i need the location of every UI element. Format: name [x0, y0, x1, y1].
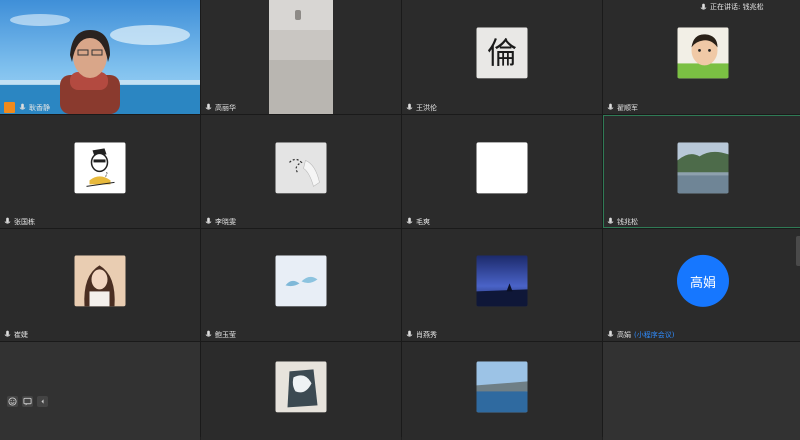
chat-button[interactable]	[22, 395, 33, 407]
microphone-icon	[205, 103, 212, 110]
microphone-icon	[205, 217, 212, 224]
empty-tile	[603, 342, 800, 440]
svg-text:倫: 倫	[487, 36, 517, 71]
avatar	[476, 141, 528, 193]
self-video-feed	[0, 0, 200, 114]
avatar	[275, 141, 327, 193]
participant-name: 崔婕	[14, 330, 28, 339]
svg-text:♪: ♪	[105, 171, 109, 178]
participant-label: 肖燕秀	[402, 328, 441, 341]
video-tile-gao-juan[interactable]: 高娟 高娟 (小程序会议)	[603, 229, 800, 341]
participant-name: 钱兆松	[617, 217, 638, 226]
microphone-icon	[19, 103, 26, 110]
avatar: 倫	[476, 27, 528, 79]
chat-icon	[23, 397, 32, 406]
avatar-initials: 高娟	[677, 254, 729, 307]
participant-name: 鲍玉莹	[215, 330, 236, 339]
floating-toolbar	[7, 394, 48, 408]
participant-label: 鲍玉莹	[201, 328, 240, 341]
microphone-icon	[4, 217, 11, 224]
participant-name: 肖燕秀	[416, 330, 437, 339]
participant-label: 张国栋	[0, 215, 39, 228]
collapse-toolbar-button[interactable]	[37, 395, 48, 407]
empty-tile	[0, 342, 200, 440]
participant-label: 王洪伦	[402, 101, 441, 114]
microphone-icon	[607, 217, 614, 224]
avatar	[677, 141, 729, 193]
video-tile-qian-zhaosong[interactable]: 钱兆松	[603, 115, 800, 228]
participant-label: 崔婕	[0, 328, 32, 341]
participant-label: 毛爽	[402, 215, 434, 228]
emoji-button[interactable]	[7, 395, 18, 407]
participant-label: 李晓雯	[201, 215, 240, 228]
host-badge-icon	[4, 102, 15, 113]
video-tile-li-xiaowen[interactable]: 李晓雯	[201, 115, 401, 228]
mini-program-note: (小程序会议)	[634, 330, 675, 339]
participant-name: 高丽华	[215, 103, 236, 112]
video-tile-gao-lihua[interactable]: 高丽华	[201, 0, 401, 114]
video-grid: 耿香静 高丽华 倫 王洪伦 翟顺军 ♪ 张国栋 李晓雯 毛爽 钱兆松 崔婕 鲍玉…	[0, 0, 800, 440]
microphone-icon	[607, 103, 614, 110]
participant-name: 耿香静	[29, 103, 50, 112]
avatar: ♪	[74, 141, 126, 193]
side-panel-handle[interactable]	[796, 236, 800, 266]
avatar	[275, 255, 327, 307]
avatar	[476, 255, 528, 307]
microphone-icon	[406, 103, 413, 110]
participant-label: 高丽华	[201, 101, 240, 114]
video-tile-unnamed-2[interactable]	[402, 342, 602, 440]
avatar	[476, 361, 528, 413]
participant-name: 张国栋	[14, 217, 35, 226]
microphone-icon	[607, 330, 614, 337]
microphone-icon	[406, 330, 413, 337]
participant-label: 翟顺军	[603, 101, 642, 114]
microphone-icon	[700, 3, 707, 10]
video-tile-zhai-shunjun[interactable]: 翟顺军	[603, 0, 800, 114]
active-speaker-text: 正在讲话: 钱兆松	[710, 3, 764, 11]
participant-label: 耿香静	[0, 101, 54, 114]
avatar	[275, 361, 327, 413]
participant-name: 高娟	[617, 330, 631, 339]
participant-name: 李晓雯	[215, 217, 236, 226]
video-tile-xiao-yanxiu[interactable]: 肖燕秀	[402, 229, 602, 341]
participant-name: 翟顺军	[617, 103, 638, 112]
video-tile-zhang-guodong[interactable]: ♪ 张国栋	[0, 115, 200, 228]
video-tile-bao-yuying[interactable]: 鲍玉莹	[201, 229, 401, 341]
participant-name: 毛爽	[416, 217, 430, 226]
participant-label: 高娟 (小程序会议)	[603, 328, 678, 341]
microphone-icon	[406, 217, 413, 224]
video-tile-mao-shuang[interactable]: 毛爽	[402, 115, 602, 228]
participant-label: 钱兆松	[603, 215, 642, 228]
avatar	[677, 27, 729, 79]
video-tile-cui-jie[interactable]: 崔婕	[0, 229, 200, 341]
video-tile-geng-xiangjing[interactable]: 耿香静	[0, 0, 200, 114]
microphone-icon	[205, 330, 212, 337]
video-tile-unnamed-1[interactable]	[201, 342, 401, 440]
video-tile-wang-honglun[interactable]: 倫 王洪伦	[402, 0, 602, 114]
camera-feed-wall	[269, 0, 333, 114]
participant-name: 王洪伦	[416, 103, 437, 112]
microphone-icon	[4, 330, 11, 337]
emoji-icon	[8, 396, 17, 406]
active-speaker-indicator: 正在讲话: 钱兆松	[700, 2, 764, 12]
avatar	[74, 255, 126, 307]
chevron-left-icon	[41, 398, 44, 404]
